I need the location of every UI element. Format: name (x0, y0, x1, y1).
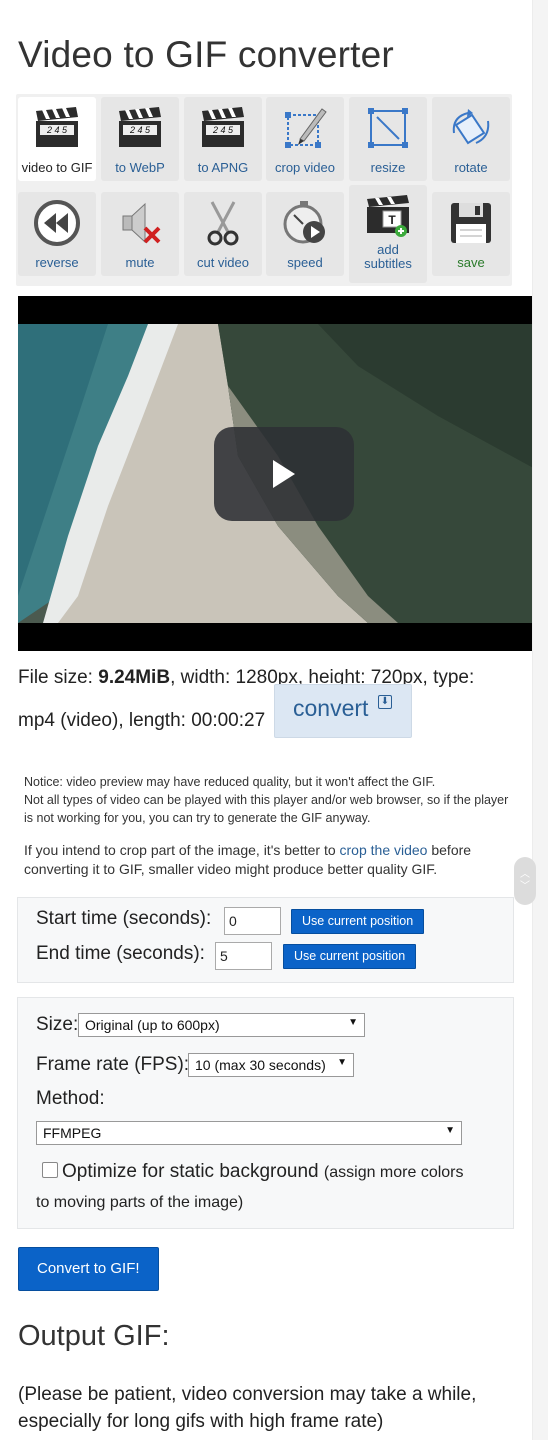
tool-to-webp[interactable]: 2 4 5 to WebP (101, 97, 179, 181)
page-title: Video to GIF converter (18, 34, 394, 75)
tool-label: video to GIF (21, 160, 93, 175)
svg-text:T: T (388, 213, 396, 227)
file-size-label: File size: (18, 667, 99, 688)
dropdown-arrow-icon: ▼ (445, 1125, 455, 1136)
optimize-note: (assign more colors (323, 1164, 464, 1181)
tool-label: to WebP (115, 160, 165, 175)
tool-label: mute (125, 255, 155, 270)
download-arrow-icon: ⬇ (378, 695, 392, 709)
options-panel: Size: Original (up to 600px) ▼ Frame rate… (17, 997, 514, 1229)
chevron-down-icon: ﹀ (520, 881, 530, 892)
tool-label: add subtitles (364, 242, 412, 271)
dropdown-arrow-icon: ▼ (337, 1057, 347, 1068)
tool-label: reverse (35, 255, 79, 270)
tool-cut-video[interactable]: cut video (184, 192, 262, 276)
end-use-current-button[interactable]: Use current position (283, 944, 417, 969)
tool-rotate[interactable]: rotate (432, 97, 510, 181)
file-info: File size: 9.24MiB, width: 1280px, heigh… (18, 656, 508, 742)
tool-label: crop video (275, 160, 335, 175)
tool-crop-video[interactable]: crop video (266, 97, 344, 181)
tool-save[interactable]: save (432, 192, 510, 276)
convert-button[interactable]: convert ⬇ (274, 684, 412, 738)
fps-select-value: 10 (max 30 seconds) (195, 1057, 326, 1073)
tool-label: to APNG (197, 160, 249, 175)
tool-label: resize (370, 160, 406, 175)
start-time-label: Start time (seconds): (36, 908, 212, 929)
stopwatch-icon (283, 201, 325, 244)
crop-icon (285, 108, 327, 148)
clapperboard-icon: 2 4 5 (202, 107, 244, 147)
clapperboard-icon: 2 4 5 (119, 107, 161, 147)
optimize-label: Optimize for static background (assign m… (36, 1156, 496, 1189)
rewind-icon (34, 200, 80, 246)
video-player[interactable] (18, 296, 548, 651)
size-select-value: Original (up to 600px) (85, 1017, 220, 1033)
file-details-line2: mp4 (video), length: 00:00:27 (18, 710, 266, 731)
tool-resize[interactable]: resize (349, 97, 427, 181)
tool-label: rotate (454, 160, 488, 175)
patience-note: (Please be patient, video conversion may… (18, 1384, 477, 1432)
end-time-input[interactable]: 5 (215, 942, 272, 970)
start-time-input[interactable]: 0 (224, 907, 281, 935)
file-size-value: 9.24MiB (98, 667, 171, 688)
end-time-label: End time (seconds): (36, 943, 205, 964)
notice-line-2: Not all types of video can be played wit… (24, 793, 509, 825)
method-select[interactable]: FFMPEG ▼ (36, 1121, 462, 1145)
method-label: Method: (36, 1088, 105, 1109)
crop-note: If you intend to crop part of the image,… (24, 841, 494, 879)
size-label: Size: (36, 1014, 79, 1035)
tool-video-to-gif[interactable]: 2 4 5 video to GIF (18, 97, 96, 181)
tool-mute[interactable]: mute (101, 192, 179, 276)
tool-add-subtitles[interactable]: T add subtitles (349, 185, 427, 283)
clapperboard-icon: 2 4 5 (36, 107, 78, 147)
notice-text: Notice: video preview may have reduced q… (24, 773, 514, 827)
tool-speed[interactable]: speed (266, 192, 344, 276)
convert-to-gif-button[interactable]: Convert to GIF! (18, 1247, 159, 1291)
notice-line-1: Notice: video preview may have reduced q… (24, 775, 436, 789)
tool-label: cut video (196, 255, 250, 270)
method-select-value: FFMPEG (43, 1125, 102, 1141)
chevron-up-icon: ︿ (520, 869, 530, 880)
timing-panel: Start time (seconds): 0 Use current posi… (17, 897, 514, 983)
optimize-label-text: Optimize for static background (62, 1161, 319, 1182)
fps-select[interactable]: 10 (max 30 seconds) ▼ (188, 1053, 354, 1077)
scroll-thumb[interactable]: ︿ ﹀ (514, 857, 536, 905)
svg-text:2 4 5: 2 4 5 (129, 125, 151, 135)
dropdown-arrow-icon: ▼ (348, 1017, 358, 1028)
subtitles-clapper-icon: T (367, 195, 409, 237)
output-title: Output GIF: (18, 1320, 170, 1352)
tool-label: speed (287, 255, 323, 270)
tool-to-apng[interactable]: 2 4 5 to APNG (184, 97, 262, 181)
rotate-icon (452, 109, 490, 145)
svg-text:2 4 5: 2 4 5 (212, 125, 234, 135)
tool-label: save (457, 255, 485, 270)
crop-note-text: If you intend to crop part of the image,… (24, 842, 340, 858)
optimize-note-line2: to moving parts of the image) (36, 1194, 244, 1211)
fps-label: Frame rate (FPS): (36, 1054, 190, 1075)
size-select[interactable]: Original (up to 600px) ▼ (78, 1013, 365, 1037)
scissors-icon (207, 201, 239, 246)
tool-reverse[interactable]: reverse (18, 192, 96, 276)
start-use-current-button[interactable]: Use current position (291, 909, 425, 934)
crop-video-link[interactable]: crop the video (340, 842, 428, 858)
svg-text:2 4 5: 2 4 5 (46, 125, 68, 135)
mute-speaker-icon (122, 202, 161, 244)
scrollbar[interactable] (532, 0, 548, 1440)
tool-grid: 2 4 5 video to GIF 2 4 5 to WebP 2 4 5 t… (16, 94, 512, 286)
resize-icon (368, 108, 408, 148)
floppy-disk-icon (451, 203, 491, 243)
play-button[interactable] (214, 427, 354, 521)
convert-label: convert (293, 695, 369, 721)
